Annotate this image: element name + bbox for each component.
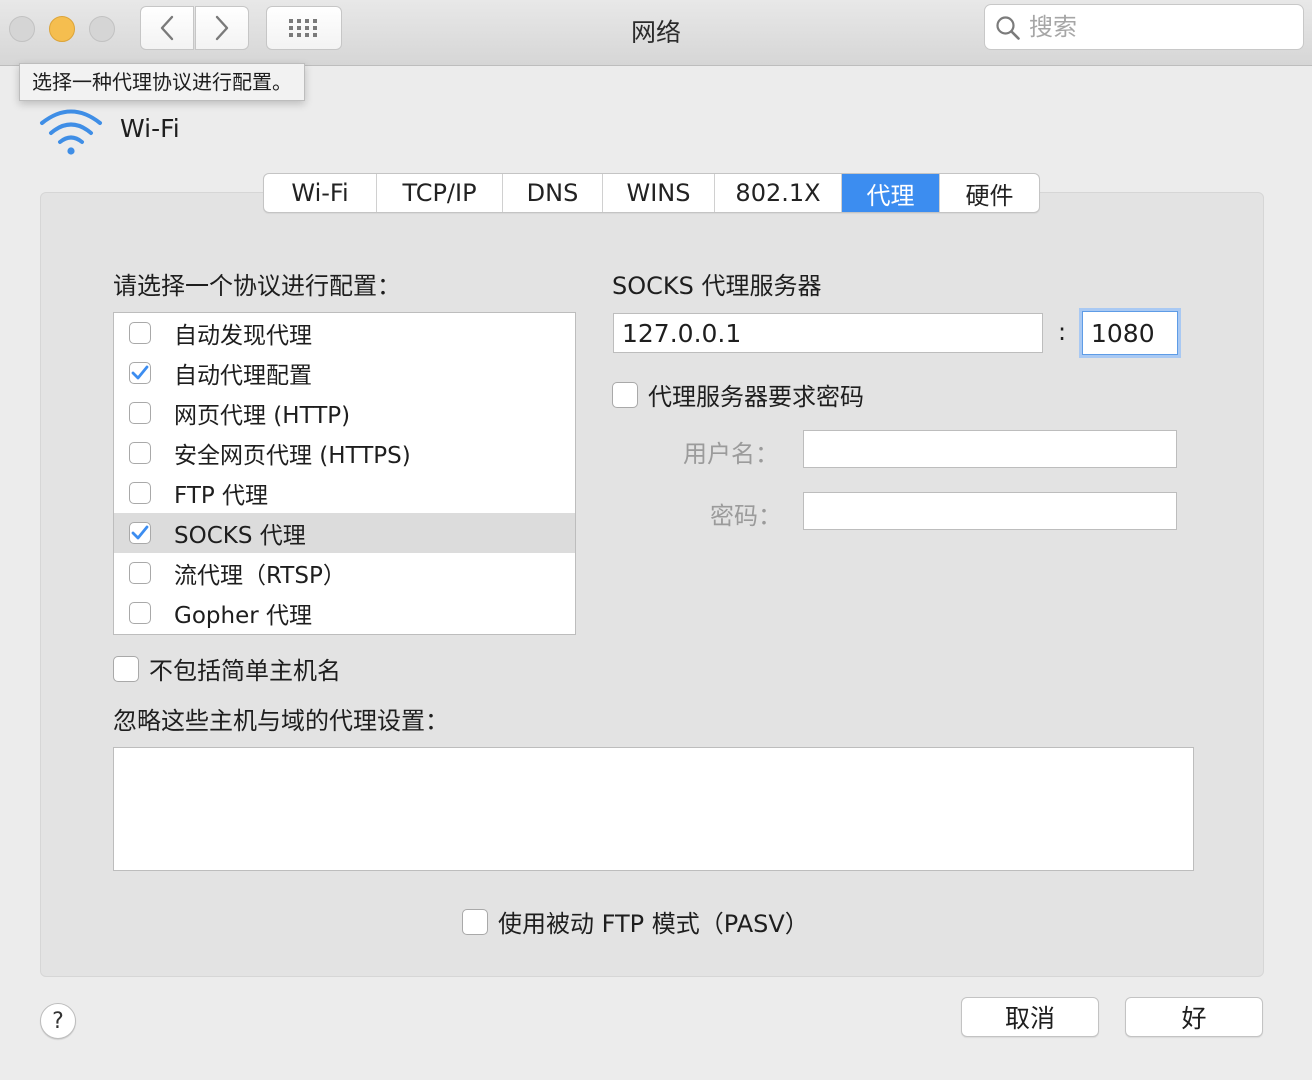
proxy-host-field[interactable] [613, 313, 1043, 353]
protocol-checkbox[interactable] [129, 402, 151, 424]
protocol-row[interactable]: 网页代理 (HTTP) [114, 393, 575, 433]
protocol-list[interactable]: 自动发现代理 自动代理配置网页代理 (HTTP) 安全网页代理 (HTTPS) FTP… [113, 312, 576, 635]
tab-wins[interactable]: WINS [603, 174, 715, 212]
tab-tcpip[interactable]: TCP/IP [377, 174, 503, 212]
username-field[interactable] [803, 430, 1177, 468]
help-button[interactable]: ? [40, 1003, 76, 1039]
bypass-hosts-label: 忽略这些主机与域的代理设置： [113, 707, 449, 735]
host-port-separator: : [1058, 318, 1067, 346]
exclude-simple-hostnames-checkbox[interactable] [113, 655, 139, 682]
password-field[interactable] [803, 492, 1177, 530]
search-icon [996, 16, 1020, 40]
protocol-checkbox[interactable] [129, 322, 151, 344]
requires-password-option[interactable]: 代理服务器要求密码 [612, 377, 864, 412]
tab-dns[interactable]: DNS [503, 174, 603, 212]
protocol-checkbox[interactable] [129, 442, 151, 464]
protocol-label: 流代理（RTSP） [174, 563, 346, 589]
bypass-hosts-field[interactable] [113, 747, 1194, 871]
passive-ftp-option[interactable]: 使用被动 FTP 模式（PASV） [462, 904, 809, 939]
tooltip: 选择一种代理协议进行配置。 [19, 63, 305, 101]
exclude-simple-hostnames-label: 不包括简单主机名 [149, 657, 341, 685]
protocol-checkbox[interactable] [129, 522, 151, 544]
password-label: 密码： [710, 502, 782, 530]
protocol-checkbox[interactable] [129, 362, 151, 384]
passive-ftp-checkbox[interactable] [462, 908, 488, 935]
tab-hardware[interactable]: 硬件 [940, 174, 1039, 212]
protocol-checkbox[interactable] [129, 482, 151, 504]
passive-ftp-label: 使用被动 FTP 模式（PASV） [498, 910, 809, 938]
protocol-label: 自动发现代理 [174, 323, 312, 349]
search-box[interactable] [984, 4, 1304, 50]
tab-proxies[interactable]: 代理 [842, 174, 940, 212]
protocol-label: SOCKS 代理 [174, 523, 306, 549]
title-bar: 网络 [0, 0, 1312, 66]
protocol-label: FTP 代理 [174, 483, 269, 509]
interface-name: Wi-Fi [120, 114, 180, 143]
exclude-simple-hostnames-option[interactable]: 不包括简单主机名 [113, 651, 341, 686]
ok-button[interactable]: 好 [1125, 997, 1263, 1037]
checkmark-icon [131, 525, 149, 540]
protocol-label: 自动代理配置 [174, 363, 312, 389]
protocol-list-heading: 请选择一个协议进行配置： [113, 272, 401, 300]
proxy-server-heading: SOCKS 代理服务器 [612, 272, 822, 300]
protocol-checkbox[interactable] [129, 602, 151, 624]
protocol-row[interactable]: 自动代理配置 [114, 353, 575, 393]
search-input[interactable] [1029, 11, 1289, 43]
tab-8021x[interactable]: 802.1X [715, 174, 842, 212]
protocol-row[interactable]: 流代理（RTSP） [114, 553, 575, 593]
protocol-row[interactable]: FTP 代理 [114, 473, 575, 513]
proxy-port-field[interactable] [1082, 311, 1178, 355]
protocol-row[interactable]: SOCKS 代理 [114, 513, 575, 553]
protocol-row[interactable]: 安全网页代理 (HTTPS) [114, 433, 575, 473]
network-preferences-window: 网络 选择一种代理协议进行配置。 Wi-Fi Wi-Fi TCP/IP DNS … [0, 0, 1312, 1080]
protocol-row[interactable]: 自动发现代理 [114, 313, 575, 353]
username-label: 用户名： [683, 440, 779, 468]
protocol-checkbox[interactable] [129, 562, 151, 584]
protocol-label: 安全网页代理 (HTTPS) [174, 443, 411, 469]
wifi-icon [40, 109, 102, 155]
tab-wifi[interactable]: Wi-Fi [264, 174, 377, 212]
checkmark-icon [131, 365, 149, 380]
tab-bar: Wi-Fi TCP/IP DNS WINS 802.1X 代理 硬件 [263, 173, 1040, 213]
protocol-label: Gopher 代理 [174, 603, 312, 629]
requires-password-label: 代理服务器要求密码 [648, 383, 864, 411]
requires-password-checkbox[interactable] [612, 381, 638, 408]
cancel-button[interactable]: 取消 [961, 997, 1099, 1037]
protocol-label: 网页代理 (HTTP) [174, 403, 351, 429]
protocol-row[interactable]: Gopher 代理 [114, 593, 575, 633]
